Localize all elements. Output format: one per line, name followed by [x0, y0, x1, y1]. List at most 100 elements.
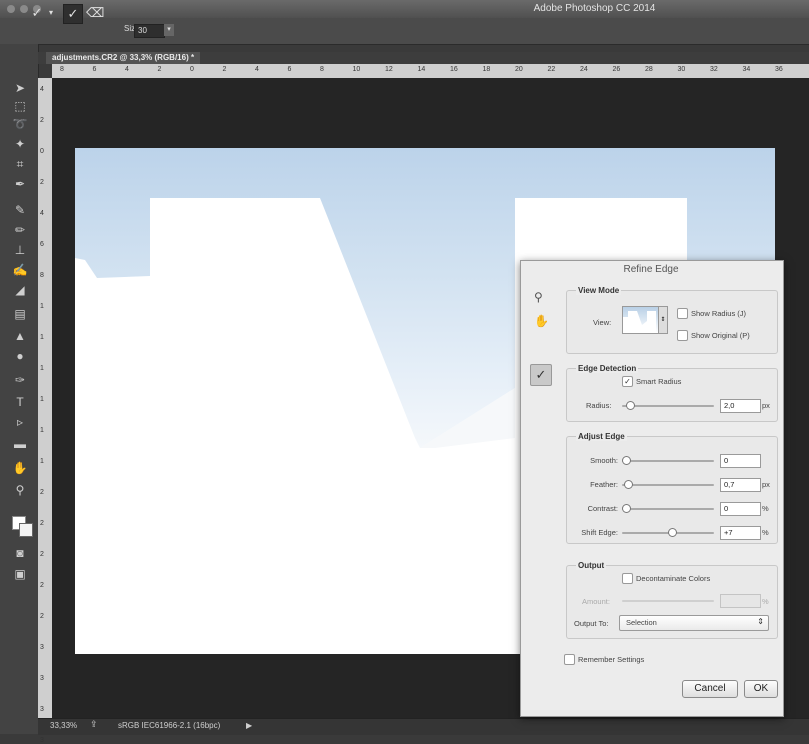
- ruler-h-tick: 2: [222, 66, 227, 73]
- ruler-h-tick: 10: [352, 66, 361, 73]
- path-selection-tool-icon[interactable]: ▹: [12, 414, 28, 430]
- background-color-swatch[interactable]: [19, 523, 33, 537]
- ruler-h-tick: 22: [547, 66, 556, 73]
- pen-tool-icon[interactable]: ✑: [12, 372, 28, 388]
- share-icon[interactable]: ⇪: [90, 719, 98, 730]
- size-input[interactable]: 30: [134, 24, 165, 38]
- view-mode-title: View Mode: [576, 286, 622, 295]
- ruler-v-tick: 1: [40, 458, 44, 465]
- ruler-h-tick: 18: [482, 66, 491, 73]
- history-brush-tool-icon[interactable]: ✍: [12, 262, 28, 278]
- feather-label: Feather:: [590, 480, 618, 489]
- refine-radius-tool-icon[interactable]: ✓: [63, 4, 83, 24]
- quick-mask-icon[interactable]: ◙: [12, 545, 28, 561]
- feather-unit: px: [762, 480, 770, 489]
- ruler-v-tick: 1: [40, 334, 44, 341]
- ruler-v-tick: 8: [40, 272, 44, 279]
- smooth-slider-knob[interactable]: [622, 456, 631, 465]
- ruler-h-tick: 20: [515, 66, 523, 73]
- lasso-tool-icon[interactable]: ➰: [12, 116, 28, 132]
- shiftedge-input[interactable]: +7: [720, 526, 761, 540]
- amount-label: Amount:: [582, 597, 610, 606]
- ruler-h-tick: 8: [320, 66, 324, 73]
- hand-tool-icon[interactable]: ✋: [12, 460, 28, 476]
- ruler-h-tick: 4: [125, 66, 129, 73]
- show-radius-checkbox[interactable]: [677, 308, 688, 319]
- amount-unit: %: [762, 597, 769, 606]
- ruler-v-tick: 1: [40, 303, 44, 310]
- ruler-h-tick: 12: [385, 66, 393, 73]
- ruler-h-tick: 36: [775, 66, 783, 73]
- remember-settings-checkbox[interactable]: [564, 654, 575, 665]
- output-to-select[interactable]: Selection ⇕: [619, 615, 769, 631]
- document-tab[interactable]: adjustments.CR2 @ 33,3% (RGB/16) *: [46, 52, 201, 64]
- ruler-v-tick: 2: [40, 551, 44, 558]
- zoom-level[interactable]: 33,33%: [50, 721, 77, 730]
- smooth-slider-track[interactable]: [622, 460, 714, 462]
- horizontal-ruler[interactable]: [52, 64, 809, 79]
- cancel-button[interactable]: Cancel: [682, 680, 738, 698]
- output-to-label: Output To:: [574, 619, 609, 628]
- status-menu-arrow[interactable]: ▶: [246, 721, 252, 730]
- preset-dropdown-icon[interactable]: ▾: [46, 4, 56, 22]
- contrast-input[interactable]: 0: [720, 502, 761, 516]
- zoom-tool-icon[interactable]: ⚲: [12, 482, 28, 498]
- contrast-label: Contrast:: [587, 504, 618, 513]
- dodge-tool-icon[interactable]: ●: [12, 348, 28, 364]
- shape-tool-icon[interactable]: ▬: [12, 436, 28, 452]
- zoom-icon[interactable]: ⚲: [534, 290, 543, 304]
- eyedropper-tool-icon[interactable]: ✒: [12, 176, 28, 192]
- ruler-h-tick: 24: [580, 66, 588, 73]
- show-original-checkbox[interactable]: [677, 330, 688, 341]
- amount-input: [720, 594, 761, 608]
- brush-tool-icon[interactable]: ✏: [12, 222, 28, 238]
- show-radius-label: Show Radius (J): [691, 309, 747, 318]
- erase-refinements-tool-icon[interactable]: ⌫: [86, 4, 104, 22]
- move-tool-icon[interactable]: ➤: [12, 80, 28, 96]
- refine-radius-tool-button[interactable]: ✓: [530, 364, 552, 386]
- quick-selection-tool-icon[interactable]: ✦: [12, 136, 28, 152]
- adjust-edge-title: Adjust Edge: [576, 432, 627, 441]
- ruler-v-tick: 2: [40, 613, 44, 620]
- marquee-tool-icon[interactable]: ⬚: [12, 98, 28, 114]
- clone-stamp-tool-icon[interactable]: ⊥: [12, 242, 28, 258]
- view-mode-dropdown[interactable]: ⇕: [658, 306, 668, 334]
- ruler-v-tick: 1: [40, 396, 44, 403]
- contrast-slider-knob[interactable]: [622, 504, 631, 513]
- ruler-h-tick: 28: [645, 66, 653, 73]
- eraser-tool-icon[interactable]: ◢: [12, 282, 28, 298]
- crop-tool-icon[interactable]: ⌗: [12, 156, 28, 172]
- size-dropdown-button[interactable]: ▾: [164, 24, 174, 36]
- ruler-v-tick: 3: [40, 737, 44, 744]
- blur-tool-icon[interactable]: ▲: [12, 328, 28, 344]
- ruler-v-tick: 2: [40, 489, 44, 496]
- brush-tool-preset-icon[interactable]: ✓: [28, 4, 46, 22]
- radius-slider-track[interactable]: [622, 405, 714, 407]
- feather-input[interactable]: 0,7: [720, 478, 761, 492]
- smart-radius-checkbox[interactable]: ✓: [622, 376, 633, 387]
- radius-input[interactable]: 2,0: [720, 399, 761, 413]
- feather-slider-knob[interactable]: [623, 480, 633, 489]
- hand-icon[interactable]: ✋: [534, 314, 549, 328]
- output-title: Output: [576, 561, 607, 570]
- ruler-v-tick: 4: [40, 210, 44, 217]
- screen-mode-icon[interactable]: ▣: [12, 566, 28, 582]
- decontaminate-checkbox[interactable]: [622, 573, 633, 584]
- ruler-h-tick: 32: [710, 66, 718, 73]
- healing-brush-tool-icon[interactable]: ✎: [12, 202, 28, 218]
- type-tool-icon[interactable]: T: [12, 394, 28, 410]
- feather-slider-track[interactable]: [622, 484, 714, 486]
- ok-button[interactable]: OK: [744, 680, 778, 698]
- ruler-h-tick: 30: [677, 66, 686, 73]
- contrast-slider-track[interactable]: [622, 508, 714, 510]
- app-title: Adobe Photoshop CC 2014: [533, 3, 656, 14]
- radius-unit: px: [762, 401, 770, 410]
- smart-radius-label: Smart Radius: [636, 377, 682, 386]
- view-mode-preview[interactable]: [622, 306, 660, 334]
- remember-settings-label: Remember Settings: [578, 655, 645, 664]
- options-bar: [0, 18, 809, 45]
- ruler-v-tick: 3: [40, 644, 44, 651]
- smooth-input[interactable]: 0: [720, 454, 761, 468]
- ruler-v-tick: 1: [40, 427, 44, 434]
- gradient-tool-icon[interactable]: ▤: [12, 306, 28, 322]
